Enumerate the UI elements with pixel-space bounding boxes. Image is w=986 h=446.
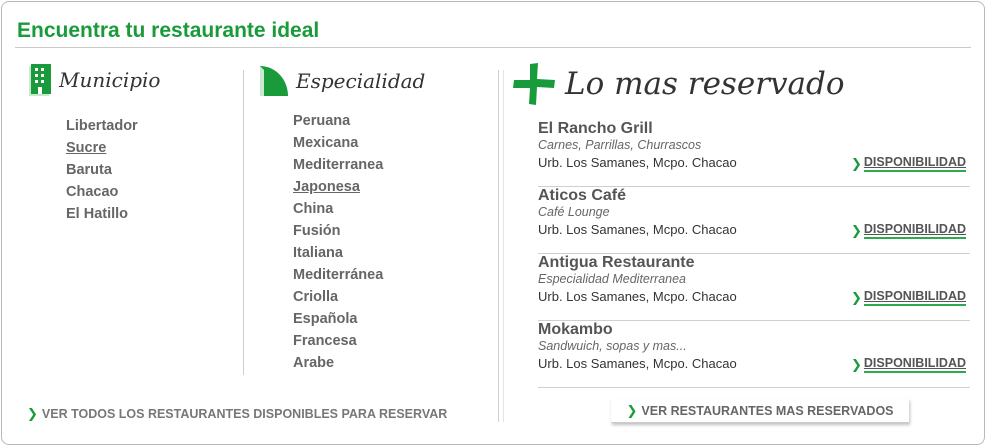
chevron-right-icon: ❯ <box>851 356 862 372</box>
municipio-item-libertador[interactable]: Libertador <box>66 115 138 137</box>
disponibilidad-link[interactable]: ❯ DISPONIBILIDAD <box>851 289 966 306</box>
plus-icon <box>513 63 555 105</box>
ver-mas-reservados-button[interactable]: ❯ VER RESTAURANTES MAS RESERVADOS <box>611 399 909 423</box>
disponibilidad-label: DISPONIBILIDAD <box>863 289 966 306</box>
municipio-heading-label: Municipio <box>59 68 161 92</box>
restaurant-address: Urb. Los Samanes, Mcpo. Chacao <box>538 289 737 304</box>
restaurant-address: Urb. Los Samanes, Mcpo. Chacao <box>538 155 737 170</box>
restaurant-address: Urb. Los Samanes, Mcpo. Chacao <box>538 356 737 371</box>
chevron-right-icon: ❯ <box>851 289 862 305</box>
column-divider-2b <box>503 70 504 422</box>
especialidad-heading: Especialidad <box>260 66 425 96</box>
disponibilidad-link[interactable]: ❯ DISPONIBILIDAD <box>851 356 966 373</box>
most-reserved-heading: Lo mas reservado <box>513 63 844 105</box>
restaurant-tagline: Café Lounge <box>538 205 610 219</box>
municipio-item-el-hatillo[interactable]: El Hatillo <box>66 203 138 225</box>
especialidad-item-espanola[interactable]: Española <box>293 308 383 330</box>
chevron-right-icon: ❯ <box>27 406 38 421</box>
most-reserved-heading-label: Lo mas reservado <box>565 66 845 102</box>
municipio-item-sucre[interactable]: Sucre <box>66 137 138 159</box>
especialidad-item-francesa[interactable]: Francesa <box>293 330 383 352</box>
especialidad-list: Peruana Mexicana Mediterranea Japonesa C… <box>293 110 383 374</box>
especialidad-item-criolla[interactable]: Criolla <box>293 286 383 308</box>
chevron-right-icon: ❯ <box>851 222 862 238</box>
restaurant-name[interactable]: Antigua Restaurante <box>538 254 694 272</box>
title-divider <box>15 47 971 48</box>
chevron-right-icon: ❯ <box>626 402 638 418</box>
ver-todos-link[interactable]: ❯ VER TODOS LOS RESTAURANTES DISPONIBLES… <box>27 406 447 422</box>
disponibilidad-link[interactable]: ❯ DISPONIBILIDAD <box>851 155 966 172</box>
disponibilidad-label: DISPONIBILIDAD <box>863 155 966 172</box>
disponibilidad-label: DISPONIBILIDAD <box>863 222 966 239</box>
especialidad-item-arabe[interactable]: Arabe <box>293 352 383 374</box>
disponibilidad-link[interactable]: ❯ DISPONIBILIDAD <box>851 222 966 239</box>
restaurant-card: Antigua Restaurante Especialidad Mediter… <box>538 254 970 321</box>
column-divider-2 <box>498 70 499 422</box>
restaurant-tagline: Carnes, Parrillas, Churrascos <box>538 138 702 152</box>
ver-todos-label: VER TODOS LOS RESTAURANTES DISPONIBLES P… <box>41 407 448 421</box>
municipio-heading: Municipio <box>29 64 160 96</box>
municipio-list: Libertador Sucre Baruta Chacao El Hatill… <box>66 115 138 225</box>
ver-mas-reservados-label: VER RESTAURANTES MAS RESERVADOS <box>641 403 894 418</box>
especialidad-item-mediterranea[interactable]: Mediterranea <box>293 154 383 176</box>
disponibilidad-label: DISPONIBILIDAD <box>863 356 966 373</box>
restaurant-name[interactable]: El Rancho Grill <box>538 120 653 138</box>
especialidad-item-japonesa[interactable]: Japonesa <box>293 176 383 198</box>
especialidad-item-fusion[interactable]: Fusión <box>293 220 383 242</box>
restaurant-card: El Rancho Grill Carnes, Parrillas, Churr… <box>538 120 970 187</box>
especialidad-heading-label: Especialidad <box>296 69 426 93</box>
restaurant-name[interactable]: Mokambo <box>538 321 613 339</box>
municipio-item-baruta[interactable]: Baruta <box>66 159 138 181</box>
especialidad-item-mexicana[interactable]: Mexicana <box>293 132 383 154</box>
chevron-right-icon: ❯ <box>851 155 862 171</box>
column-divider-1 <box>243 70 244 375</box>
restaurant-card: Mokambo Sandwuich, sopas y mas... Urb. L… <box>538 321 970 388</box>
restaurant-tagline: Especialidad Mediterranea <box>538 272 687 286</box>
widget-title: Encuentra tu restaurante ideal <box>17 19 320 42</box>
especialidad-item-italiana[interactable]: Italiana <box>293 242 383 264</box>
restaurant-address: Urb. Los Samanes, Mcpo. Chacao <box>538 222 737 237</box>
restaurant-card: Aticos Café Café Lounge Urb. Los Samanes… <box>538 187 970 254</box>
especialidad-item-china[interactable]: China <box>293 198 383 220</box>
restaurant-name[interactable]: Aticos Café <box>538 187 626 205</box>
municipio-item-chacao[interactable]: Chacao <box>66 181 138 203</box>
especialidad-item-peruana[interactable]: Peruana <box>293 110 383 132</box>
building-icon <box>29 64 51 96</box>
especialidad-item-mediterranea-2[interactable]: Mediterránea <box>293 264 383 286</box>
restaurant-tagline: Sandwuich, sopas y mas... <box>538 339 687 353</box>
quarter-circle-icon <box>260 66 288 96</box>
